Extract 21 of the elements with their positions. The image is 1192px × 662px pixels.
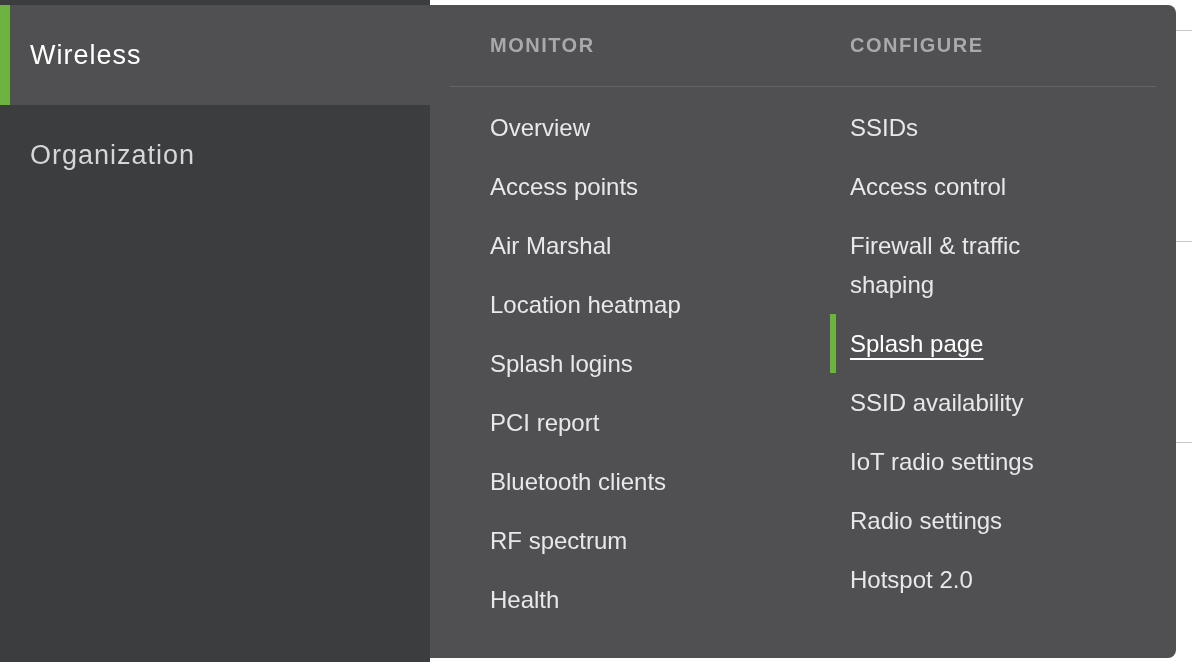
column-title: CONFIGURE [850, 33, 984, 58]
menu-item[interactable]: Access control [850, 167, 1007, 206]
menu-item[interactable]: Firewall & traffic shaping [850, 226, 1080, 304]
menu-item[interactable]: Hotspot 2.0 [850, 560, 973, 599]
menu-item[interactable]: SSIDs [850, 108, 918, 147]
menu-item[interactable]: Splash page [850, 324, 984, 363]
menu-item[interactable]: PCI report [490, 403, 600, 442]
column-title: MONITOR [490, 33, 595, 58]
menu-item[interactable]: RF spectrum [490, 521, 628, 560]
menu-item[interactable]: Air Marshal [490, 226, 612, 265]
menu-item[interactable]: Access points [490, 167, 639, 206]
menu-item[interactable]: Location heatmap [490, 285, 681, 324]
menu-item[interactable]: IoT radio settings [850, 442, 1034, 481]
sidebar-item[interactable]: Organization [0, 105, 430, 205]
sidebar-item[interactable]: Wireless [0, 5, 430, 105]
menu-item[interactable]: Overview [490, 108, 591, 147]
menu-item[interactable]: Radio settings [850, 501, 1003, 540]
menu-item[interactable]: SSID availability [850, 383, 1024, 422]
menu-item[interactable]: Bluetooth clients [490, 462, 667, 501]
menu-item[interactable]: Splash logins [490, 344, 633, 383]
menu-item[interactable]: Health [490, 580, 560, 619]
